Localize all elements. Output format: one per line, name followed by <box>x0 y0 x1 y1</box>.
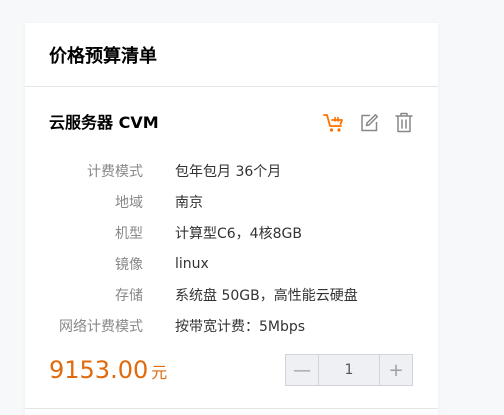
decrement-button[interactable]: — <box>286 355 319 385</box>
price-unit: 元 <box>151 363 168 382</box>
spec-label: 存储 <box>115 287 143 304</box>
product-item: 云服务器 CVM 计费模式 包年包月 36个月 地域 南京 机型 计算型C6，4… <box>25 87 438 386</box>
spec-value: 系统盘 50GB，高性能云硬盘 <box>175 287 358 304</box>
spec-value: 包年包月 36个月 <box>175 163 282 180</box>
spec-row-instance-type: 机型 计算型C6，4核8GB <box>49 217 414 248</box>
spec-row-network-billing: 网络计费模式 按带宽计费：5Mbps <box>49 310 414 341</box>
spec-label: 地域 <box>115 194 143 211</box>
price: 9153.00 元 <box>49 356 167 384</box>
card-title: 价格预算清单 <box>49 45 157 67</box>
quantity-stepper: — + <box>285 354 413 386</box>
spec-row-storage: 存储 系统盘 50GB，高性能云硬盘 <box>49 279 414 310</box>
spec-value: linux <box>175 255 209 272</box>
spec-row-region: 地域 南京 <box>49 186 414 217</box>
edit-icon[interactable] <box>357 111 380 134</box>
product-head: 云服务器 CVM <box>49 87 414 157</box>
card-header: 价格预算清单 <box>25 23 438 87</box>
spec-list: 计费模式 包年包月 36个月 地域 南京 机型 计算型C6，4核8GB 镜像 l… <box>49 155 414 341</box>
product-name: 云服务器 CVM <box>49 112 159 132</box>
product-actions <box>322 111 415 134</box>
quantity-input[interactable] <box>319 355 379 385</box>
spec-value: 按带宽计费：5Mbps <box>175 318 306 335</box>
spec-label: 镜像 <box>115 256 143 273</box>
spec-value: 计算型C6，4核8GB <box>175 225 302 242</box>
bottom-divider <box>25 408 438 409</box>
spec-row-image: 镜像 linux <box>49 248 414 279</box>
spec-label: 计费模式 <box>87 163 143 180</box>
cart-icon[interactable] <box>322 111 345 134</box>
increment-button[interactable]: + <box>379 355 412 385</box>
price-amount: 9153.00 <box>49 356 149 384</box>
spec-row-billing-mode: 计费模式 包年包月 36个月 <box>49 155 414 186</box>
spec-label: 网络计费模式 <box>59 318 143 335</box>
spec-label: 机型 <box>115 225 143 242</box>
price-budget-card: 价格预算清单 云服务器 CVM 计费模式 包年包月 36个月 地域 南京 机型 … <box>25 23 438 415</box>
spec-value: 南京 <box>175 194 203 211</box>
trash-icon[interactable] <box>392 111 415 134</box>
price-row: 9153.00 元 — + <box>49 354 414 386</box>
